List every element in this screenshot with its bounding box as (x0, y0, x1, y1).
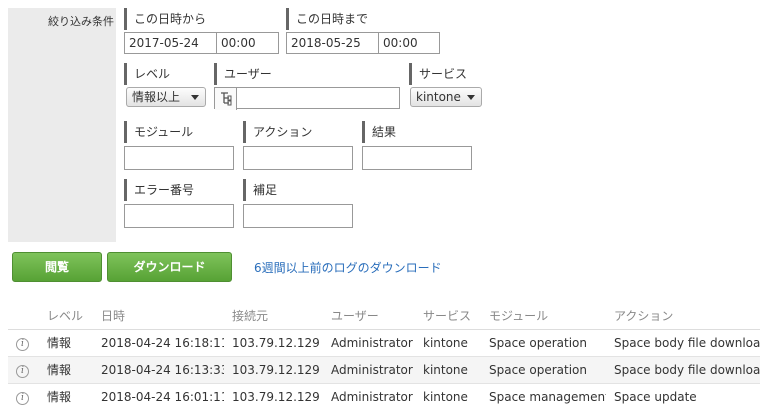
cell-level: 情報 (39, 383, 93, 408)
service-label: サービス (409, 63, 467, 85)
cell-module: Space operation (481, 329, 606, 357)
download-button[interactable]: ダウンロード (107, 252, 232, 282)
cell-source-ip: 103.79.12.129 (224, 356, 323, 384)
column-header-action: アクション (606, 303, 760, 330)
column-header-service: サービス (415, 303, 481, 330)
column-header-info (8, 303, 39, 330)
cell-level: 情報 (39, 356, 93, 384)
cell-level: 情報 (39, 329, 93, 357)
chevron-down-icon (191, 95, 199, 100)
module-input[interactable] (124, 146, 234, 170)
cell-module: Space management (481, 383, 606, 408)
supplement-group: 補足 (243, 179, 277, 201)
cell-user: Administrator (323, 356, 415, 384)
cell-source-ip: 103.79.12.129 (224, 383, 323, 408)
user-group: ユーザー (214, 63, 272, 85)
from-datetime-group: この日時から (124, 8, 206, 30)
view-button[interactable]: 閲覧 (12, 252, 102, 282)
cell-user: Administrator (323, 383, 415, 408)
info-icon[interactable]: i (16, 364, 29, 378)
log-table: レベル 日時 接続元 ユーザー サービス モジュール アクション i 情報 20… (8, 303, 760, 408)
level-label: レベル (124, 63, 170, 85)
from-label: この日時から (124, 8, 206, 30)
to-date-input[interactable]: 2018-05-25 (287, 33, 379, 53)
result-label: 結果 (362, 121, 396, 143)
error-number-group: エラー番号 (124, 179, 194, 201)
column-header-datetime: 日時 (93, 303, 224, 330)
to-time-input[interactable]: 00:00 (379, 33, 439, 53)
supplement-input[interactable] (243, 204, 353, 228)
filter-section-label: 絞り込み条件 (48, 15, 114, 28)
cell-action: Space update (606, 383, 760, 408)
cell-datetime: 2018-04-24 16:13:33 (93, 356, 224, 384)
cell-action: Space body file download (606, 329, 760, 357)
column-header-module: モジュール (481, 303, 606, 330)
service-select[interactable]: kintone (410, 87, 482, 107)
supplement-label: 補足 (243, 179, 277, 201)
to-datetime-field: 2018-05-25 00:00 (286, 32, 440, 54)
table-row: i 情報 2018-04-24 16:01:11 103.79.12.129 A… (8, 383, 760, 408)
org-tree-icon (221, 92, 232, 106)
error-number-label: エラー番号 (124, 179, 194, 201)
table-row: i 情報 2018-04-24 16:18:11 103.79.12.129 A… (8, 329, 760, 357)
cell-service: kintone (415, 329, 481, 357)
action-group: アクション (243, 121, 312, 143)
table-header-row: レベル 日時 接続元 ユーザー サービス モジュール アクション (8, 303, 760, 330)
filter-panel: 絞り込み条件 この日時から 2017-05-24 00:00 この日時まで 20… (8, 8, 760, 242)
to-label: この日時まで (286, 8, 368, 30)
result-group: 結果 (362, 121, 396, 143)
column-header-source-ip: 接続元 (224, 303, 323, 330)
cell-datetime: 2018-04-24 16:01:11 (93, 383, 224, 408)
cell-datetime: 2018-04-24 16:18:11 (93, 329, 224, 357)
module-label: モジュール (124, 121, 193, 143)
service-select-value: kintone (416, 90, 461, 104)
to-datetime-group: この日時まで (286, 8, 368, 30)
org-tree-button[interactable] (215, 88, 237, 110)
cell-action: Space body file download (606, 356, 760, 384)
user-input[interactable] (237, 88, 399, 108)
cell-module: Space operation (481, 356, 606, 384)
info-icon[interactable]: i (16, 391, 29, 405)
old-logs-download-link[interactable]: 6週間以上前のログのダウンロード (254, 259, 442, 276)
user-label: ユーザー (214, 63, 272, 85)
user-field (214, 87, 400, 110)
info-icon[interactable]: i (16, 337, 29, 351)
from-time-input[interactable]: 00:00 (217, 33, 278, 53)
from-datetime-field: 2017-05-24 00:00 (124, 32, 279, 54)
action-input[interactable] (243, 146, 353, 170)
filter-label-column: 絞り込み条件 (8, 8, 116, 242)
column-header-user: ユーザー (323, 303, 415, 330)
level-select-value: 情報以上 (132, 90, 181, 104)
level-group: レベル (124, 63, 170, 85)
cell-user: Administrator (323, 329, 415, 357)
module-group: モジュール (124, 121, 193, 143)
cell-service: kintone (415, 356, 481, 384)
cell-service: kintone (415, 383, 481, 408)
action-label: アクション (243, 121, 312, 143)
error-number-input[interactable] (124, 204, 234, 228)
level-select[interactable]: 情報以上 (126, 87, 206, 107)
cell-source-ip: 103.79.12.129 (224, 329, 323, 357)
table-row: i 情報 2018-04-24 16:13:33 103.79.12.129 A… (8, 356, 760, 384)
column-header-level: レベル (39, 303, 93, 330)
service-group: サービス (409, 63, 467, 85)
result-input[interactable] (362, 146, 472, 170)
chevron-down-icon (467, 95, 475, 100)
from-date-input[interactable]: 2017-05-24 (125, 33, 217, 53)
